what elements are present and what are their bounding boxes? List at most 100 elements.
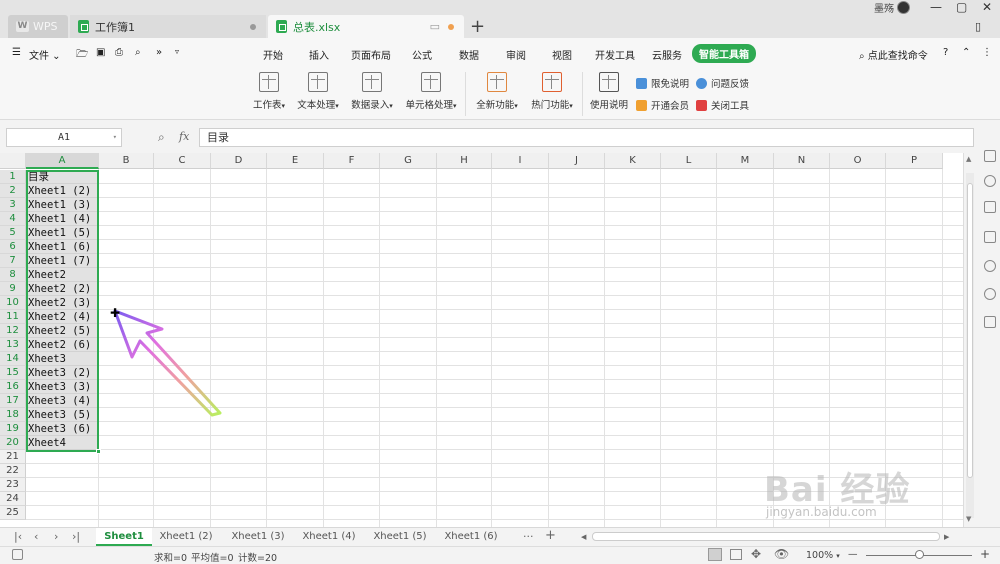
cell-a15[interactable]: Xheet3 (2): [28, 366, 91, 380]
cell-a16[interactable]: Xheet3 (3): [28, 380, 91, 394]
name-box[interactable]: A1 ▾: [6, 128, 122, 147]
cell-a5[interactable]: Xheet1 (5): [28, 226, 91, 240]
close-icon[interactable]: ✕: [982, 0, 992, 14]
row-header[interactable]: 3: [0, 198, 26, 212]
row-header[interactable]: 6: [0, 240, 26, 254]
more-sheets-icon[interactable]: ···: [523, 530, 534, 543]
column-header-b[interactable]: B: [99, 153, 154, 169]
help-circle-icon[interactable]: [984, 288, 996, 300]
settings-sliders-icon[interactable]: [984, 201, 996, 213]
wps-home-tab[interactable]: W WPS: [8, 15, 68, 38]
hamburger-icon[interactable]: ☰: [12, 47, 21, 58]
column-header-n[interactable]: N: [774, 153, 830, 169]
data-entry-button[interactable]: 数据录入▾: [348, 72, 396, 111]
column-header-l[interactable]: L: [661, 153, 717, 169]
cell-a11[interactable]: Xheet2 (4): [28, 310, 91, 324]
apps-grid-icon[interactable]: [984, 316, 996, 328]
column-header-g[interactable]: G: [380, 153, 437, 169]
help-icon[interactable]: ?: [943, 47, 948, 58]
tab-home[interactable]: 开始: [263, 47, 283, 62]
row-header[interactable]: 5: [0, 226, 26, 240]
row-header[interactable]: 1: [0, 170, 26, 184]
sheet-tab-xheet1-6[interactable]: Xheet1 (6): [440, 528, 502, 546]
column-header-m[interactable]: M: [717, 153, 774, 169]
usage-guide-button[interactable]: 使用说明: [588, 72, 630, 111]
cell-a13[interactable]: Xheet2 (6): [28, 338, 91, 352]
tab-page-layout[interactable]: 页面布局: [351, 47, 391, 62]
select-all-corner[interactable]: [0, 153, 26, 169]
scroll-thumb[interactable]: [967, 183, 973, 478]
maximize-icon[interactable]: ▢: [956, 0, 967, 14]
scroll-left-icon[interactable]: ◀: [581, 533, 586, 541]
vertical-scrollbar[interactable]: [966, 173, 974, 518]
cell-a12[interactable]: Xheet2 (5): [28, 324, 91, 338]
tab-cloud[interactable]: 云服务: [652, 47, 682, 62]
close-tool-link[interactable]: 关闭工具: [696, 98, 749, 112]
row-header[interactable]: 18: [0, 408, 26, 422]
zoom-find-icon[interactable]: ⌕: [158, 130, 165, 145]
customize-icon[interactable]: ▿: [175, 47, 179, 56]
row-header[interactable]: 19: [0, 422, 26, 436]
cell-a20[interactable]: Xheet4: [28, 436, 66, 450]
history-icon[interactable]: [984, 260, 996, 272]
row-header[interactable]: 23: [0, 478, 26, 492]
scroll-right-icon[interactable]: ▶: [944, 533, 949, 541]
sheet-tab-xheet1-4[interactable]: Xheet1 (4): [298, 528, 360, 546]
row-header[interactable]: 14: [0, 352, 26, 366]
column-header-j[interactable]: J: [549, 153, 605, 169]
tab-unsaved-dot-icon[interactable]: [448, 23, 454, 30]
cell-a7[interactable]: Xheet1 (7): [28, 254, 91, 268]
search-command[interactable]: ⌕ 点此查找命令: [859, 47, 928, 62]
prev-sheet-icon[interactable]: ‹: [34, 530, 38, 543]
more-icon[interactable]: »: [156, 47, 162, 58]
column-header-c[interactable]: C: [154, 153, 211, 169]
row-header[interactable]: 12: [0, 324, 26, 338]
worksheet-button[interactable]: 工作表▾: [250, 72, 288, 111]
tab-view[interactable]: 视图: [552, 47, 572, 62]
cell-a19[interactable]: Xheet3 (6): [28, 422, 91, 436]
row-header[interactable]: 11: [0, 310, 26, 324]
transfer-icon[interactable]: [984, 231, 996, 243]
monitor-icon[interactable]: ▭: [430, 20, 440, 33]
row-header[interactable]: 13: [0, 338, 26, 352]
tab-workbook1[interactable]: 工作簿1: [70, 15, 266, 38]
row-header[interactable]: 2: [0, 184, 26, 198]
tab-smart-toolbox[interactable]: 智能工具箱: [692, 44, 756, 63]
row-header[interactable]: 16: [0, 380, 26, 394]
save-icon[interactable]: ▣: [96, 47, 105, 58]
cell-a1[interactable]: 目录: [28, 170, 49, 184]
cell-a14[interactable]: Xheet3: [28, 352, 66, 366]
cell-a9[interactable]: Xheet2 (2): [28, 282, 91, 296]
file-menu[interactable]: 文件 ⌄: [29, 47, 61, 62]
column-header-o[interactable]: O: [830, 153, 886, 169]
column-header-p[interactable]: P: [886, 153, 943, 169]
normal-view-icon[interactable]: [708, 548, 722, 561]
side-panel-icon[interactable]: ▯: [975, 20, 981, 33]
open-icon[interactable]: 🗁: [76, 47, 88, 64]
select-pointer-icon[interactable]: [984, 150, 996, 162]
free-limit-link[interactable]: 限免说明: [636, 76, 689, 90]
tab-close-dot-icon[interactable]: [250, 23, 256, 30]
tab-developer[interactable]: 开发工具: [595, 47, 635, 62]
row-header[interactable]: 21: [0, 450, 26, 464]
formula-input[interactable]: 目录: [199, 128, 974, 147]
last-sheet-icon[interactable]: ›|: [72, 530, 80, 543]
column-header-k[interactable]: K: [605, 153, 661, 169]
tab-data[interactable]: 数据: [459, 47, 479, 62]
reading-mode-icon[interactable]: ✥: [751, 547, 761, 561]
row-header[interactable]: 10: [0, 296, 26, 310]
scroll-down-icon[interactable]: ▼: [966, 515, 971, 523]
column-header-f[interactable]: F: [324, 153, 380, 169]
sheet-tab-sheet1[interactable]: Sheet1: [96, 528, 152, 546]
vip-link[interactable]: 开通会员: [636, 98, 689, 112]
hot-features-button[interactable]: 热门功能▾: [528, 72, 576, 111]
ribbon-more-icon[interactable]: ⋮: [982, 47, 992, 58]
cell-a3[interactable]: Xheet1 (3): [28, 198, 91, 212]
row-header[interactable]: 24: [0, 492, 26, 506]
sheet-tab-xheet1-2[interactable]: Xheet1 (2): [155, 528, 217, 546]
row-header[interactable]: 7: [0, 254, 26, 268]
zoom-out-button[interactable]: —: [848, 549, 858, 560]
shapes-icon[interactable]: [984, 175, 996, 187]
horizontal-scrollbar[interactable]: [592, 532, 940, 541]
avatar[interactable]: [897, 0, 910, 14]
